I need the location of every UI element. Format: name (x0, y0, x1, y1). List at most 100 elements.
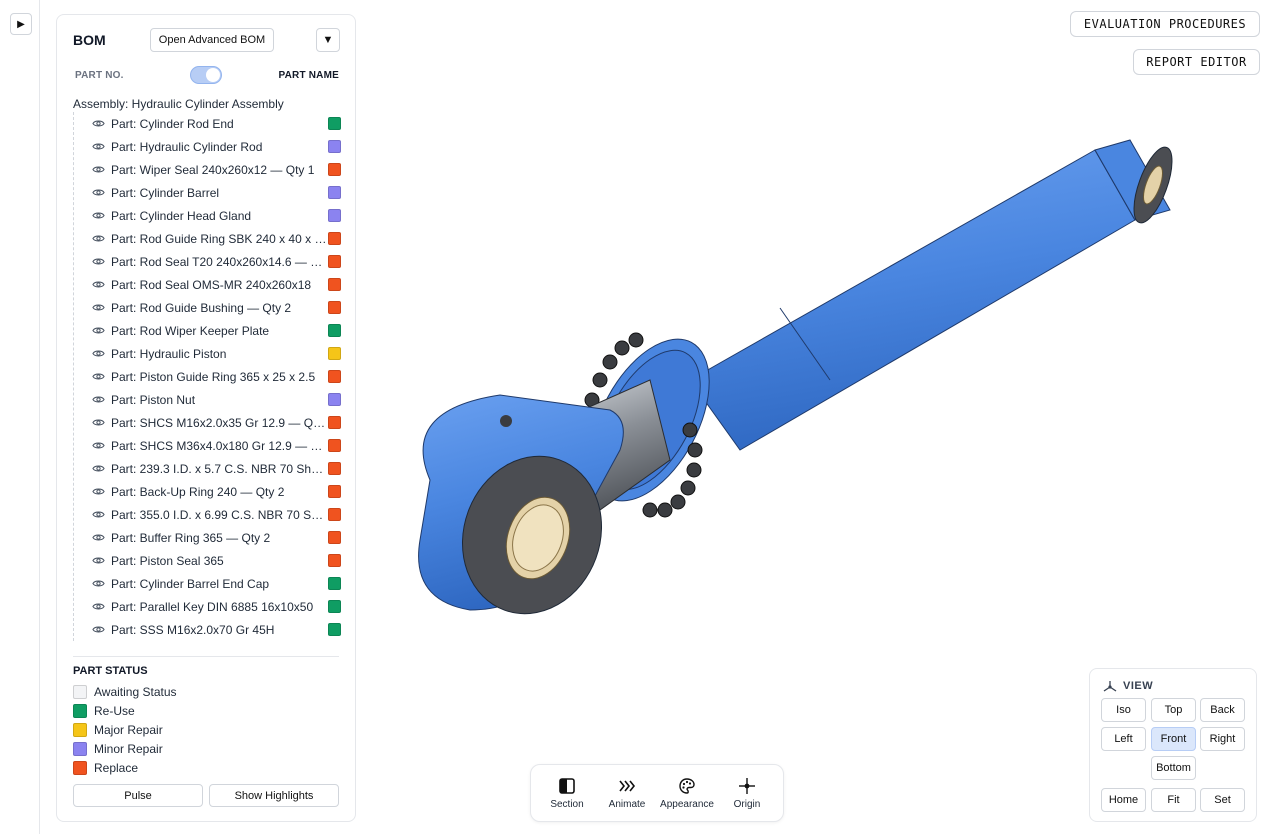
bom-part-row[interactable]: Part: Cylinder Rod End (74, 112, 341, 135)
view-right-button[interactable]: Right (1200, 727, 1245, 751)
animate-tool[interactable]: Animate (598, 777, 656, 810)
view-bottom-button[interactable]: Bottom (1151, 756, 1196, 780)
eye-icon[interactable] (92, 577, 105, 590)
assembly-node[interactable]: Assembly: Hydraulic Cylinder Assembly (73, 97, 284, 111)
show-highlights-button[interactable]: Show Highlights (209, 784, 339, 807)
view-iso-button[interactable]: Iso (1101, 698, 1146, 722)
report-editor-button[interactable]: REPORT EDITOR (1133, 49, 1260, 75)
legend-item: Replace (73, 758, 177, 777)
eye-icon[interactable] (92, 462, 105, 475)
eye-icon[interactable] (92, 324, 105, 337)
bom-part-row[interactable]: Part: Back-Up Ring 240 — Qty 2 (74, 480, 341, 503)
part-status-swatch (328, 232, 341, 245)
bom-part-row[interactable]: Part: Cylinder Head Gland (74, 204, 341, 227)
eye-icon[interactable] (92, 485, 105, 498)
part-status-swatch (328, 600, 341, 613)
bom-part-row[interactable]: Part: Rod Wiper Keeper Plate (74, 319, 341, 342)
evaluation-procedures-button[interactable]: EVALUATION PROCEDURES (1070, 11, 1260, 37)
bom-part-row[interactable]: Part: SHCS M36x4.0x180 Gr 12.9 — Qty 16 (74, 434, 341, 457)
eye-icon[interactable] (92, 554, 105, 567)
part-label: Part: Rod Guide Bushing — Qty 2 (111, 300, 292, 315)
hydraulic-cylinder-model[interactable] (360, 90, 1200, 650)
eye-icon[interactable] (92, 531, 105, 544)
eye-icon[interactable] (92, 623, 105, 636)
eye-icon[interactable] (92, 117, 105, 130)
part-label: Part: Piston Seal 365 (111, 553, 224, 568)
eye-icon[interactable] (92, 278, 105, 291)
origin-tool[interactable]: Origin (718, 777, 776, 810)
eye-icon[interactable] (92, 416, 105, 429)
bom-part-row[interactable]: Part: Rod Seal T20 240x260x14.6 — Qty 1 (74, 250, 341, 273)
part-label: Part: Rod Seal T20 240x260x14.6 — Qty 1 (111, 254, 327, 269)
part-label: Part: Rod Wiper Keeper Plate (111, 323, 270, 338)
bom-part-row[interactable]: Part: Piston Guide Ring 365 x 25 x 2.5 (74, 365, 341, 388)
part-status-swatch (328, 347, 341, 360)
pulse-button[interactable]: Pulse (73, 784, 203, 807)
animate-icon (619, 780, 636, 791)
part-status-swatch (328, 117, 341, 130)
toggle-knob (206, 68, 220, 82)
eye-icon[interactable] (92, 186, 105, 199)
eye-icon[interactable] (92, 508, 105, 521)
part-status-swatch (328, 554, 341, 567)
bom-part-row[interactable]: Part: Rod Seal OMS-MR 240x260x18 (74, 273, 341, 296)
bom-part-row[interactable]: Part: Cylinder Barrel End Cap (74, 572, 341, 595)
bom-part-row[interactable]: Part: SSS M16x2.0x70 Gr 45H (74, 618, 341, 641)
bom-part-row[interactable]: Part: Piston Seal 365 (74, 549, 341, 572)
eye-icon[interactable] (92, 301, 105, 314)
expand-sidebar-button[interactable]: ▶ (10, 13, 32, 35)
part-status-swatch (328, 140, 341, 153)
bom-part-row[interactable]: Part: Rod Guide Bushing — Qty 2 (74, 296, 341, 319)
bom-part-row[interactable]: Part: Parallel Key DIN 6885 16x10x50 (74, 595, 341, 618)
part-label: Part: SHCS M16x2.0x35 Gr 12.9 — Qty 24 (111, 415, 327, 430)
eye-icon[interactable] (92, 163, 105, 176)
eye-icon[interactable] (92, 255, 105, 268)
eye-icon[interactable] (92, 232, 105, 245)
eye-icon[interactable] (92, 209, 105, 222)
eye-icon[interactable] (92, 439, 105, 452)
open-advanced-bom-button[interactable]: Open Advanced BOM (150, 28, 274, 52)
part-status-swatch (328, 508, 341, 521)
bom-panel: BOM Open Advanced BOM ▼ PART NO. PART NA… (56, 14, 356, 822)
bom-part-row[interactable]: Part: Piston Nut (74, 388, 341, 411)
part-label: Part: SHCS M36x4.0x180 Gr 12.9 — Qty 16 (111, 438, 327, 453)
legend-item: Major Repair (73, 720, 177, 739)
view-left-button[interactable]: Left (1101, 727, 1146, 751)
view-fit-button[interactable]: Fit (1151, 788, 1196, 812)
legend-swatch (73, 684, 87, 699)
legend-item: Re-Use (73, 701, 177, 720)
bom-part-row[interactable]: Part: Cylinder Barrel (74, 181, 341, 204)
eye-icon[interactable] (92, 600, 105, 613)
bom-part-row[interactable]: Part: Hydraulic Cylinder Rod (74, 135, 341, 158)
parts-tree: Part: Cylinder Rod End Part: Hydraulic Cy… (73, 112, 341, 641)
appearance-tool[interactable]: Appearance (658, 777, 716, 810)
view-set-button[interactable]: Set (1200, 788, 1245, 812)
eye-icon[interactable] (92, 347, 105, 360)
view-home-button[interactable]: Home (1101, 788, 1146, 812)
part-label-toggle[interactable] (190, 66, 222, 84)
view-front-button[interactable]: Front (1151, 727, 1196, 751)
bom-part-row[interactable]: Part: Rod Guide Ring SBK 240 x 40 x 2.5 (74, 227, 341, 250)
eye-icon[interactable] (92, 140, 105, 153)
section-tool[interactable]: Section (538, 777, 596, 810)
eye-icon[interactable] (92, 370, 105, 383)
legend-swatch (73, 703, 87, 718)
part-status-swatch (328, 416, 341, 429)
view-top-button[interactable]: Top (1151, 698, 1196, 722)
bom-part-row[interactable]: Part: Hydraulic Piston (74, 342, 341, 365)
bom-part-row[interactable]: Part: Buffer Ring 365 — Qty 2 (74, 526, 341, 549)
origin-label: Origin (733, 798, 761, 810)
bom-part-row[interactable]: Part: 239.3 I.D. x 5.7 C.S. NBR 70 Shore (74, 457, 341, 480)
part-status-swatch (328, 163, 341, 176)
bom-part-row[interactable]: Part: Wiper Seal 240x260x12 — Qty 1 (74, 158, 341, 181)
bom-collapse-button[interactable]: ▼ (316, 28, 340, 52)
view-back-button[interactable]: Back (1200, 698, 1245, 722)
bom-part-row[interactable]: Part: 355.0 I.D. x 6.99 C.S. NBR 70 Shor… (74, 503, 341, 526)
part-status-swatch (328, 209, 341, 222)
view-panel: VIEW Iso Top Back Left Front Right Botto… (1089, 668, 1257, 822)
part-name-label: PART NAME (278, 70, 339, 81)
left-rail: ▶ (0, 0, 40, 834)
eye-icon[interactable] (92, 393, 105, 406)
part-label: Part: Piston Guide Ring 365 x 25 x 2.5 (111, 369, 316, 384)
bom-part-row[interactable]: Part: SHCS M16x2.0x35 Gr 12.9 — Qty 24 (74, 411, 341, 434)
